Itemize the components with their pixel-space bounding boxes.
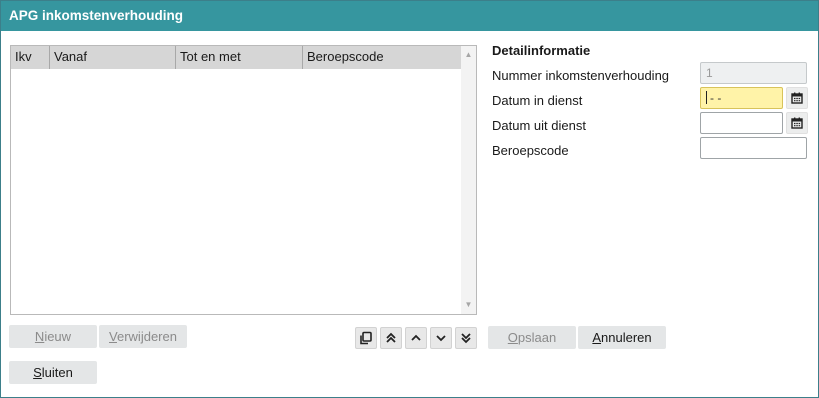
column-header-beroepscode[interactable]: Beroepscode — [303, 46, 461, 69]
scroll-up-icon[interactable]: ▲ — [461, 48, 476, 62]
text-caret — [706, 91, 707, 105]
move-to-top-button[interactable] — [380, 327, 402, 349]
datum-in-calendar-button[interactable] — [786, 87, 808, 109]
nummer-label: Nummer inkomstenverhouding — [492, 68, 670, 83]
cancel-button[interactable]: Annuleren — [578, 326, 666, 349]
new-button[interactable]: Nieuw — [9, 325, 97, 348]
datum-uit-calendar-button[interactable] — [786, 112, 808, 134]
column-header-tot-en-met[interactable]: Tot en met — [176, 46, 303, 69]
datum-uit-dienst-label: Datum uit dienst — [492, 118, 586, 133]
datum-uit-dienst-field[interactable] — [700, 112, 783, 134]
datum-in-dienst-field[interactable]: - - — [700, 87, 783, 109]
nummer-field: 1 — [700, 62, 807, 84]
dialog-window: APG inkomstenverhouding Ikv Vanaf Tot en… — [0, 0, 819, 398]
move-down-icon — [436, 335, 446, 342]
copy-icon — [360, 331, 372, 345]
copy-button[interactable] — [355, 327, 377, 349]
move-to-top-icon — [386, 332, 396, 343]
move-up-button[interactable] — [405, 327, 427, 349]
beroepscode-field[interactable] — [700, 137, 807, 159]
detail-section-title: Detailinformatie — [492, 43, 591, 58]
column-header-vanaf[interactable]: Vanaf — [50, 46, 176, 69]
close-button[interactable]: Sluiten — [9, 361, 97, 384]
move-to-bottom-icon — [461, 333, 471, 344]
delete-button[interactable]: Verwijderen — [99, 325, 187, 348]
window-title: APG inkomstenverhouding — [1, 1, 818, 31]
datum-in-dienst-label: Datum in dienst — [492, 93, 583, 108]
beroepscode-label: Beroepscode — [492, 143, 569, 158]
inkomstenverhouding-grid[interactable]: Ikv Vanaf Tot en met Beroepscode ▲ ▼ — [10, 45, 477, 315]
save-button[interactable]: Opslaan — [488, 326, 576, 349]
move-down-button[interactable] — [430, 327, 452, 349]
grid-scrollbar[interactable]: ▲ ▼ — [461, 46, 476, 314]
calendar-icon — [791, 92, 803, 104]
calendar-icon — [791, 117, 803, 129]
grid-header: Ikv Vanaf Tot en met Beroepscode — [11, 46, 461, 69]
scroll-down-icon[interactable]: ▼ — [461, 298, 476, 312]
move-up-icon — [411, 334, 421, 341]
column-header-ikv[interactable]: Ikv — [11, 46, 50, 69]
move-to-bottom-button[interactable] — [455, 327, 477, 349]
